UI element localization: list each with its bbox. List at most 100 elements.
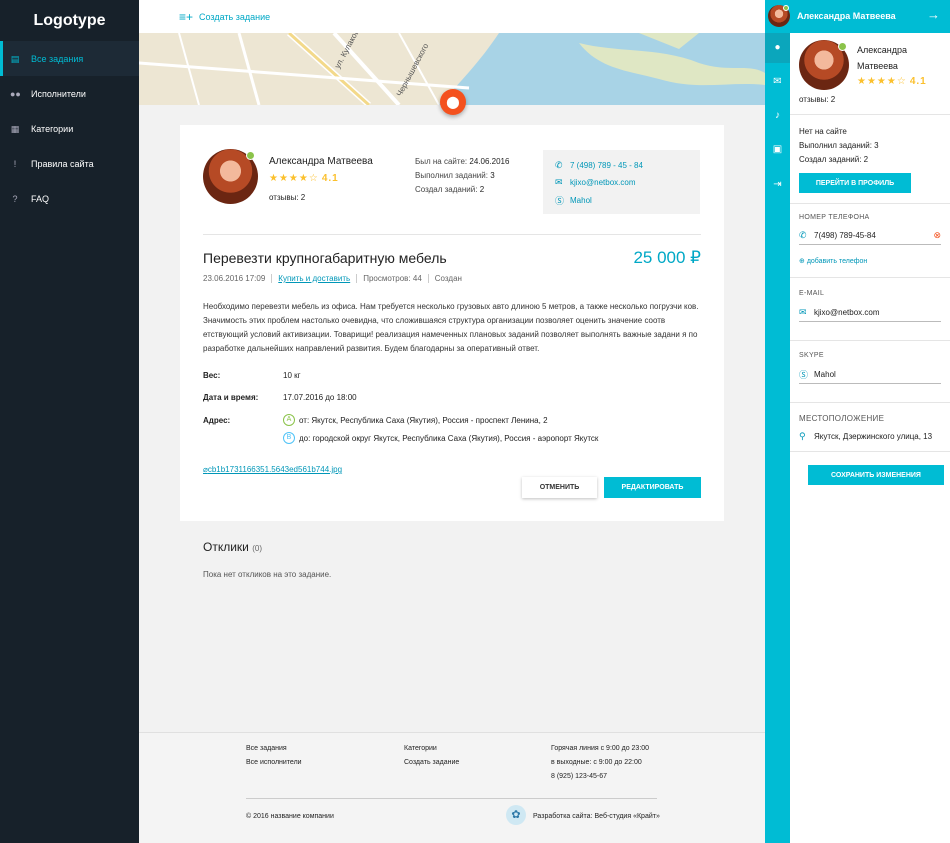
profile-icon[interactable]: ● — [765, 33, 790, 63]
sidebar-item-faq[interactable]: ? FAQ — [0, 181, 139, 216]
location-field[interactable]: ⚲ Якутск, Дзержинского улица, 13 — [799, 427, 941, 446]
footer-link-categories[interactable]: Категории — [404, 745, 437, 752]
plus-icon: ⊕ — [799, 258, 805, 265]
mail-icon: ✉ — [555, 177, 563, 187]
last-seen: Был на сайте: 24.06.2016 — [415, 157, 510, 166]
sidebar-item-all-tasks[interactable]: ▤ Все задания — [0, 41, 139, 76]
task-status: Создан — [427, 274, 468, 283]
sidebar-item-label: Категории — [31, 123, 74, 134]
sidebar-item-categories[interactable]: ▦ Категории — [0, 111, 139, 146]
tasks-done: Выполнил заданий: 3 — [415, 171, 495, 180]
phone-label: НОМЕР ТЕЛЕФОНА — [799, 214, 870, 221]
panel-header-name: Александра Матвеева — [797, 11, 896, 21]
reviews-count: отзывы: 2 — [269, 193, 306, 202]
right-icon-strip: ● ✉ ♪ ▣ ⇥ — [765, 0, 790, 843]
sidebar: Logotype ▤ Все задания ●● Исполнители ▦ … — [0, 0, 139, 843]
weight-value: 10 кг — [283, 371, 301, 380]
point-b-badge: B — [283, 432, 295, 444]
divider — [790, 277, 950, 278]
task-meta: 23.06.2016 17:09 Купить и доставить Прос… — [203, 274, 468, 283]
skype-icon: Ⓢ — [799, 369, 809, 380]
skype-label: SKYPE — [799, 352, 824, 359]
mail-icon: ✉ — [799, 306, 807, 317]
address-label: Адрес: — [203, 416, 231, 425]
skype-icon: Ⓢ — [555, 196, 565, 206]
divider — [790, 203, 950, 204]
divider — [790, 451, 950, 452]
divider — [790, 114, 950, 115]
panel-name-first: Александра — [857, 45, 908, 55]
contact-email[interactable]: ✉ kjixo@netbox.com — [555, 177, 635, 188]
footer-hotline: Горячая линия с 9:00 до 23:00 — [551, 745, 650, 752]
tasks-icon: ▤ — [10, 53, 20, 64]
reviews-count: отзывы: 2 — [799, 95, 836, 104]
footer-copyright: © 2016 название компании — [246, 813, 334, 820]
divider — [790, 340, 950, 341]
responses-title: Отклики (0) — [203, 540, 262, 554]
sidebar-item-performers[interactable]: ●● Исполнители — [0, 76, 139, 111]
attachment-link[interactable]: ⌀cb1b1731166351.5643ed561b744.jpg — [203, 465, 342, 474]
contacts-box: ✆ 7 (498) 789 - 45 - 84 ✉ kjixo@netbox.com… — [543, 150, 700, 214]
clipboard-icon[interactable]: ▣ — [765, 135, 790, 165]
footer-link-all-tasks[interactable]: Все задания — [246, 745, 287, 752]
go-to-profile-button[interactable]: ПЕРЕЙТИ В ПРОФИЛЬ — [799, 173, 911, 193]
task-views: Просмотров: 44 — [356, 274, 428, 283]
tasks-created: Создал заданий: 2 — [415, 185, 485, 194]
sidebar-item-label: FAQ — [31, 193, 50, 204]
mail-icon[interactable]: ✉ — [765, 67, 790, 97]
contact-skype[interactable]: Ⓢ Mahol — [555, 194, 592, 207]
panel-header: Александра Матвеева → — [765, 0, 950, 33]
create-task-label: Создать задание — [199, 11, 271, 22]
address-from: Aот: Якутск, Республика Саха (Якутия), Р… — [283, 414, 548, 426]
cancel-button[interactable]: ОТМЕНИТЬ — [522, 477, 597, 498]
save-changes-button[interactable]: СОХРАНИТЬ ИЗМЕНЕНИЯ — [808, 465, 944, 485]
arrow-right-icon[interactable]: → — [927, 7, 940, 22]
address-to: Bдо: городской округ Якутск, Республика … — [283, 432, 598, 444]
sidebar-item-label: Правила сайта — [31, 158, 94, 169]
bell-icon[interactable]: ♪ — [765, 101, 790, 131]
contact-phone[interactable]: ✆ 7 (498) 789 - 45 - 84 — [555, 160, 643, 171]
sidebar-item-label: Исполнители — [31, 88, 86, 99]
online-status: Нет на сайте — [799, 127, 847, 136]
help-icon: ? — [12, 193, 18, 204]
grid-icon: ▦ — [10, 123, 20, 134]
point-a-badge: A — [283, 414, 295, 426]
footer-phone: 8 (925) 123-45-67 — [551, 773, 608, 780]
clear-icon[interactable]: ⊗ — [933, 230, 941, 241]
sidebar-item-rules[interactable]: ! Правила сайта — [0, 146, 139, 181]
email-field[interactable]: ✉ kjixo@netbox.com — [799, 303, 941, 322]
panel-tasks-created: Создал заданий: 2 — [799, 155, 869, 164]
add-phone-link[interactable]: ⊕ добавить телефон — [799, 257, 867, 265]
email-label: E-MAIL — [799, 290, 825, 297]
task-category-link[interactable]: Купить и доставить — [271, 274, 356, 283]
phone-field[interactable]: ✆ 7(498) 789-45-84 ⊗ — [799, 226, 941, 245]
owner-name[interactable]: Александра Матвеева — [269, 156, 373, 167]
location-label: МЕСТОПОЛОЖЕНИЕ — [799, 414, 885, 423]
skype-field[interactable]: Ⓢ Mahol — [799, 365, 941, 384]
online-indicator — [783, 5, 789, 11]
weight-label: Вес: — [203, 371, 221, 380]
add-list-icon: ≡+ — [179, 9, 194, 24]
divider — [203, 234, 701, 235]
task-price: 25 000 ₽ — [633, 248, 701, 267]
map-pin-icon[interactable]: ⬤ — [440, 89, 466, 115]
responses-empty: Пока нет откликов на это задание. — [203, 570, 332, 579]
task-title: Перевезти крупногабаритную мебель — [203, 250, 447, 266]
footer-link-create-task[interactable]: Создать задание — [404, 759, 459, 766]
logo[interactable]: Logotype — [0, 0, 139, 41]
logout-icon[interactable]: ⇥ — [765, 170, 790, 200]
edit-button[interactable]: РЕДАКТИРОВАТЬ — [604, 477, 701, 498]
panel-name-last: Матвеева — [857, 61, 898, 71]
location-pin-icon: ⚲ — [799, 431, 806, 441]
studio-logo-icon: ✿ — [506, 805, 526, 825]
people-icon: ●● — [10, 88, 21, 99]
rating-value: 4.1 — [909, 76, 927, 87]
footer-link-all-performers[interactable]: Все исполнители — [246, 759, 302, 766]
create-task-link[interactable]: ≡+ Создать задание — [179, 10, 270, 24]
rules-icon: ! — [13, 158, 17, 169]
divider — [790, 402, 950, 403]
panel-tasks-done: Выполнил заданий: 3 — [799, 141, 879, 150]
datetime-value: 17.07.2016 до 18:00 — [283, 393, 357, 402]
footer-developer[interactable]: Разработка сайта: Веб-студия «Крайт» — [533, 813, 660, 820]
topbar: ≡+ Создать задание — [139, 0, 765, 33]
